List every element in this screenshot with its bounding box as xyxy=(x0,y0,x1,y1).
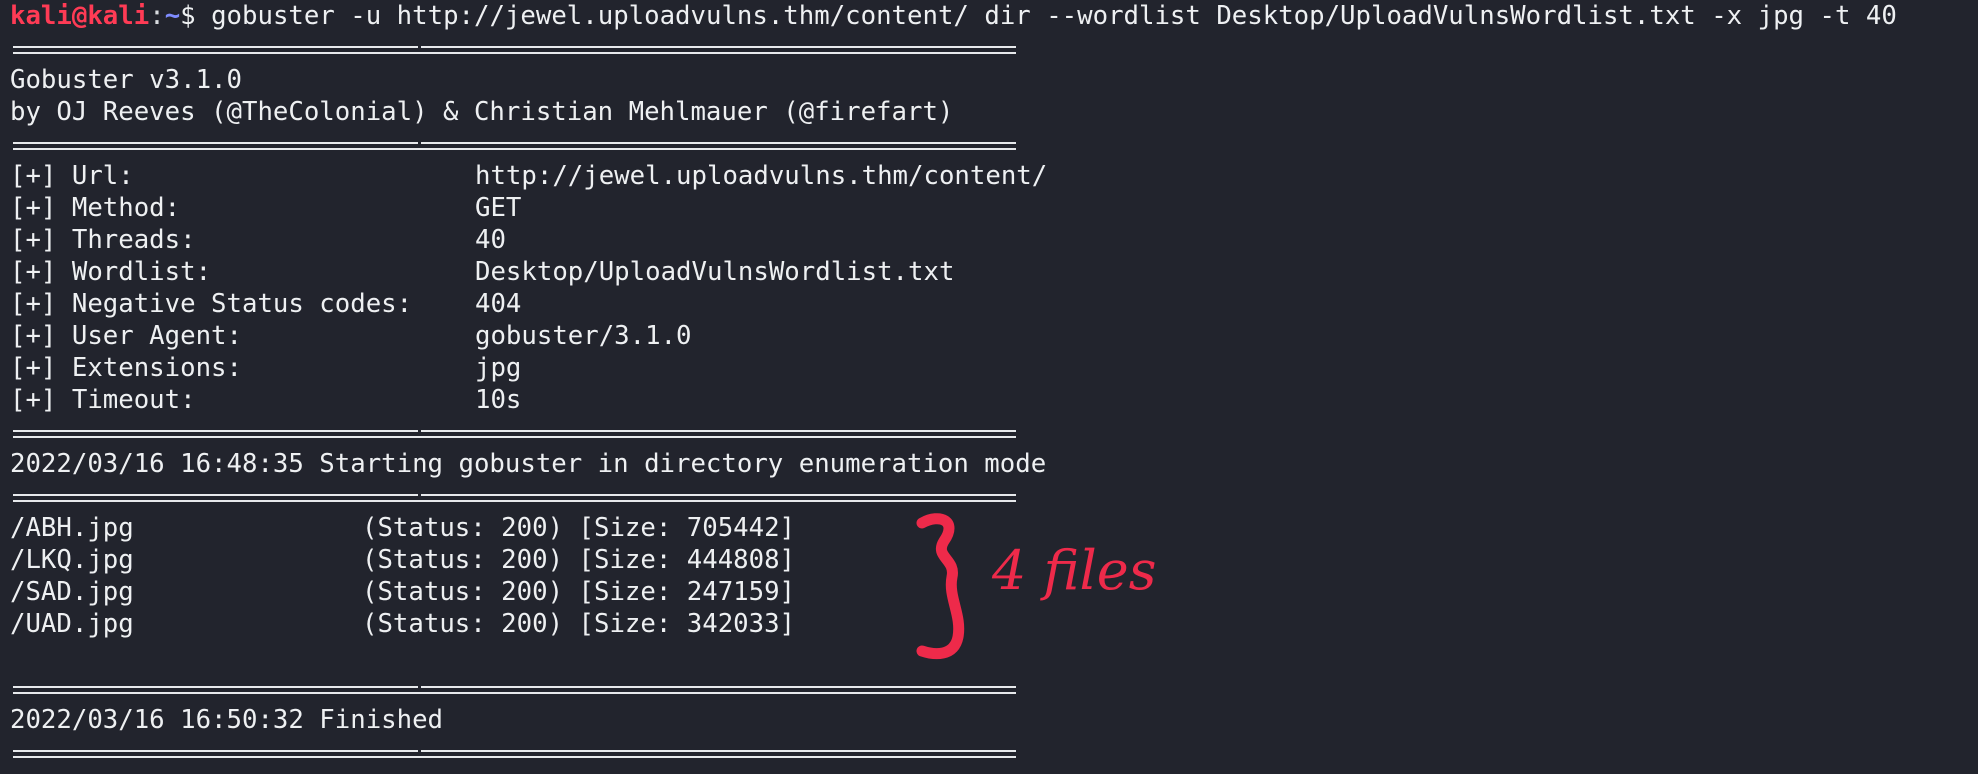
result-path: /LKQ.jpg xyxy=(10,545,134,575)
option-value: 40 xyxy=(475,225,506,255)
result-path: /SAD.jpg xyxy=(10,577,134,607)
separator-rule xyxy=(10,672,1978,704)
finish-status-line: 2022/03/16 16:50:32 Finished xyxy=(10,705,444,735)
result-info: (Status: 200) [Size: 342033] xyxy=(362,609,796,639)
option-key: [+] Negative Status codes: xyxy=(10,289,413,319)
command-text: gobuster -u http://jewel.uploadvulns.thm… xyxy=(211,1,1897,31)
prompt-at: @ xyxy=(71,1,88,31)
annotation-text: 4 files xyxy=(991,539,1156,602)
banner-authors: by OJ Reeves (@TheColonial) & Christian … xyxy=(10,97,954,127)
prompt-user: kali xyxy=(10,1,72,31)
option-row: [+] Url: http://jewel.uploadvulns.thm/con… xyxy=(10,160,1978,192)
option-value: jpg xyxy=(475,353,522,383)
prompt-host: kali xyxy=(87,1,150,31)
option-key: [+] Extensions: xyxy=(10,353,242,383)
option-row: [+] Extensions: jpg xyxy=(10,352,1978,384)
option-key: [+] Method: xyxy=(10,193,181,223)
option-row: [+] Negative Status codes: 404 xyxy=(10,288,1978,320)
separator-rule xyxy=(10,736,1978,768)
option-row: [+] Method: GET xyxy=(10,192,1978,224)
result-info: (Status: 200) [Size: 705442] xyxy=(362,513,796,543)
option-row: [+] User Agent: gobuster/3.1.0 xyxy=(10,320,1978,352)
options-list: [+] Url: http://jewel.uploadvulns.thm/con… xyxy=(10,160,1978,416)
separator-rule xyxy=(10,128,1978,160)
option-key: [+] Threads: xyxy=(10,225,196,255)
option-row: [+] Timeout: 10s xyxy=(10,384,1978,416)
prompt-symbol: $ xyxy=(180,1,196,31)
option-key: [+] Timeout: xyxy=(10,385,196,415)
separator-rule xyxy=(10,32,1978,64)
option-key: [+] Wordlist: xyxy=(10,257,212,287)
option-value: GET xyxy=(475,193,522,223)
option-row: [+] Threads: 40 xyxy=(10,224,1978,256)
option-row: [+] Wordlist: Desktop/UploadVulnsWordlist… xyxy=(10,256,1978,288)
handwritten-annotation: 4 files xyxy=(916,513,1156,660)
result-info: (Status: 200) [Size: 444808] xyxy=(362,545,796,575)
curly-brace-mark xyxy=(916,513,965,660)
option-key: [+] User Agent: xyxy=(10,321,242,351)
separator-rule xyxy=(10,416,1978,448)
command-prompt-line: kali@kali:~$ gobuster -u http://jewel.up… xyxy=(10,0,1978,32)
option-value: Desktop/UploadVulnsWordlist.txt xyxy=(475,257,955,287)
option-value: 10s xyxy=(475,385,522,415)
option-value: http://jewel.uploadvulns.thm/content/ xyxy=(475,161,1048,191)
result-info: (Status: 200) [Size: 247159] xyxy=(362,577,796,607)
prompt-separator: : xyxy=(149,1,165,31)
option-key: [+] Url: xyxy=(10,161,134,191)
option-value: 404 xyxy=(475,289,522,319)
option-value: gobuster/3.1.0 xyxy=(475,321,692,351)
result-path: /ABH.jpg xyxy=(10,513,134,543)
start-status-line: 2022/03/16 16:48:35 Starting gobuster in… xyxy=(10,449,1047,479)
result-path: /UAD.jpg xyxy=(10,609,134,639)
banner-version: Gobuster v3.1.0 xyxy=(10,65,242,95)
prompt-cwd: ~ xyxy=(164,1,181,31)
